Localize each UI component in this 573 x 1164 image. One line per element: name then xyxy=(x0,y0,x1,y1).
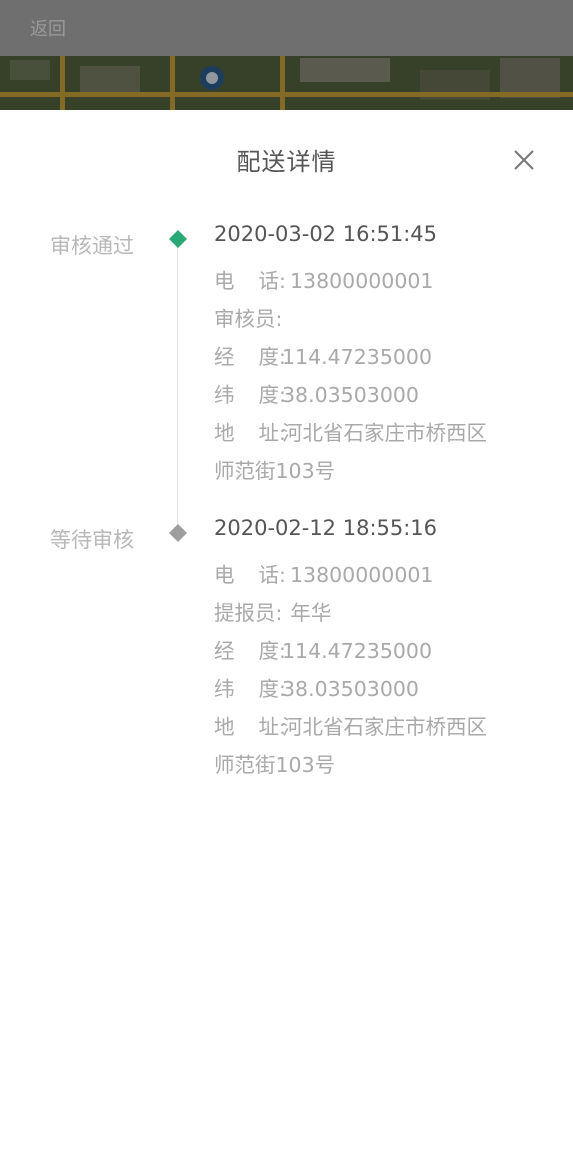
timeline-line xyxy=(177,236,178,526)
address-value: 河北省石家庄市桥西区 xyxy=(282,715,487,739)
role-row: 提报员: 年华 xyxy=(214,601,332,625)
back-link[interactable]: 返回 xyxy=(30,15,66,41)
phone-value: 13800000001 xyxy=(290,563,434,587)
map-dim-overlay xyxy=(0,56,573,110)
map-background xyxy=(0,56,573,110)
longitude-value: 114.47235000 xyxy=(282,345,432,369)
event-status: 等待审核 xyxy=(50,528,134,552)
address-row-continued: 师范街103号 xyxy=(214,459,336,483)
longitude-row: 经度:114.47235000 xyxy=(214,345,432,369)
address-row: 地址:河北省石家庄市桥西区 xyxy=(214,421,487,445)
address-row-continued: 师范街103号 xyxy=(214,753,336,777)
close-button[interactable] xyxy=(508,144,540,176)
address-row: 地址:河北省石家庄市桥西区 xyxy=(214,715,487,739)
longitude-value: 114.47235000 xyxy=(282,639,432,663)
marker-shape xyxy=(169,524,187,542)
phone-row: 电话: 13800000001 xyxy=(214,563,434,587)
app-header: 返回 xyxy=(0,0,573,56)
phone-row: 电话: 13800000001 xyxy=(214,269,434,293)
event-time: 2020-02-12 18:55:16 xyxy=(214,516,438,540)
event-status: 审核通过 xyxy=(50,234,134,258)
diamond-marker-icon xyxy=(169,524,187,542)
close-icon xyxy=(514,150,534,170)
phone-value: 13800000001 xyxy=(290,269,434,293)
role-row: 审核员: xyxy=(214,307,283,331)
latitude-value: 38.03503000 xyxy=(282,677,419,701)
role-name: 年华 xyxy=(290,601,332,625)
page: 返回 配送详情 审核通过 2020-03-02 16:51:45 电 话: 13… xyxy=(0,0,573,1164)
latitude-value: 38.03503000 xyxy=(282,383,419,407)
latitude-row: 纬度:38.03503000 xyxy=(214,383,419,407)
diamond-marker-icon xyxy=(169,230,187,248)
marker-shape xyxy=(169,230,187,248)
event-time: 2020-03-02 16:51:45 xyxy=(214,222,438,246)
sheet-title: 配送详情 xyxy=(236,148,337,176)
latitude-row: 纬度:38.03503000 xyxy=(214,677,419,701)
longitude-row: 经度:114.47235000 xyxy=(214,639,432,663)
address-value: 河北省石家庄市桥西区 xyxy=(282,421,487,445)
delivery-detail-sheet: 配送详情 审核通过 2020-03-02 16:51:45 电话: 1380000… xyxy=(0,110,573,1164)
